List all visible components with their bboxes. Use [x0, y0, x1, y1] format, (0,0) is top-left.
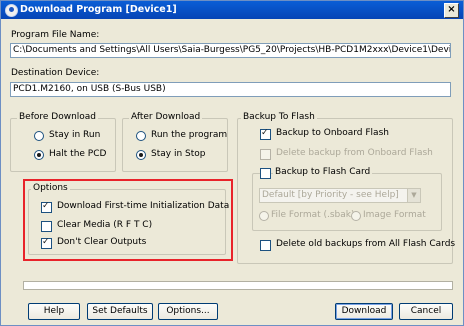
- delete-onboard-backup-checkbox[interactable]: [260, 149, 271, 160]
- backup-onboard-flash-label: Backup to Onboard Flash: [276, 128, 389, 138]
- before-download-title: Before Download: [17, 112, 99, 122]
- clear-media-checkbox[interactable]: [41, 221, 52, 232]
- backup-flash-card-checkbox[interactable]: [260, 168, 271, 179]
- backup-onboard-flash-checkbox[interactable]: [260, 128, 271, 140]
- delete-onboard-backup-label: Delete backup from Onboard Flash: [276, 148, 433, 158]
- image-format-label: Image Format: [363, 210, 426, 220]
- window-title: Download Program [Device1]: [20, 4, 177, 15]
- stay-in-run-label: Stay in Run: [49, 130, 101, 140]
- before-download-group: Before Download Stay in Run Halt the PCD: [10, 112, 116, 172]
- title-bar[interactable]: Download Program [Device1] ×: [1, 1, 463, 19]
- file-format-label: File Format (.sbak): [271, 210, 355, 220]
- destination-device-field[interactable]: PCD1.M2160, on USB (S-Bus USB): [10, 82, 451, 97]
- stay-in-stop-label: Stay in Stop: [151, 149, 206, 159]
- file-format-radio[interactable]: [259, 211, 269, 221]
- flash-card-slot-value: Default [by Priority - see Help]: [262, 190, 399, 200]
- dont-clear-outputs-checkbox[interactable]: [41, 237, 52, 249]
- download-init-data-label: Download First-time Initialization Data: [57, 201, 230, 211]
- flash-card-slot-select[interactable]: Default [by Priority - see Help] ▼: [259, 188, 421, 203]
- after-download-title: After Download: [129, 112, 203, 122]
- backup-flash-card-label: Backup to Flash Card: [273, 167, 373, 177]
- options-button[interactable]: Options...: [158, 303, 218, 320]
- download-program-dialog: Download Program [Device1] × Program Fil…: [0, 0, 464, 326]
- run-the-program-radio[interactable]: [136, 131, 146, 141]
- set-defaults-button[interactable]: Set Defaults: [87, 303, 153, 320]
- cancel-button[interactable]: Cancel: [399, 303, 453, 320]
- after-download-group: After Download Run the program Stay in S…: [122, 112, 228, 172]
- dont-clear-outputs-label: Don't Clear Outputs: [57, 237, 147, 247]
- image-format-radio[interactable]: [351, 211, 361, 221]
- app-icon: [5, 4, 18, 17]
- clear-media-label: Clear Media (R F T C): [57, 220, 153, 230]
- delete-old-backups-checkbox[interactable]: [260, 240, 271, 251]
- download-init-data-checkbox[interactable]: [41, 201, 52, 213]
- download-button[interactable]: Download: [335, 303, 393, 320]
- options-group: Options Download First-time Initializati…: [28, 183, 230, 255]
- delete-old-backups-label: Delete old backups from All Flash Cards: [276, 239, 456, 249]
- backup-to-flash-title: Backup To Flash: [241, 112, 317, 122]
- close-button[interactable]: ×: [444, 3, 459, 18]
- options-title: Options: [31, 183, 70, 193]
- backup-to-flash-group: Backup To Flash Backup to Onboard Flash …: [237, 112, 456, 264]
- run-the-program-label: Run the program: [151, 130, 228, 140]
- help-button[interactable]: Help: [28, 303, 80, 320]
- program-file-field[interactable]: C:\Documents and Settings\All Users\Saia…: [10, 43, 451, 58]
- stay-in-stop-radio[interactable]: [136, 150, 146, 160]
- chevron-down-icon[interactable]: ▼: [407, 189, 420, 202]
- halt-the-pcd-label: Halt the PCD: [49, 149, 107, 159]
- program-file-label: Program File Name:: [11, 30, 100, 40]
- download-progress-bar: [23, 281, 453, 290]
- destination-device-label: Destination Device:: [11, 68, 100, 78]
- halt-the-pcd-radio[interactable]: [34, 150, 44, 160]
- stay-in-run-radio[interactable]: [34, 131, 44, 141]
- flash-card-group: Backup to Flash Card Default [by Priorit…: [252, 167, 442, 231]
